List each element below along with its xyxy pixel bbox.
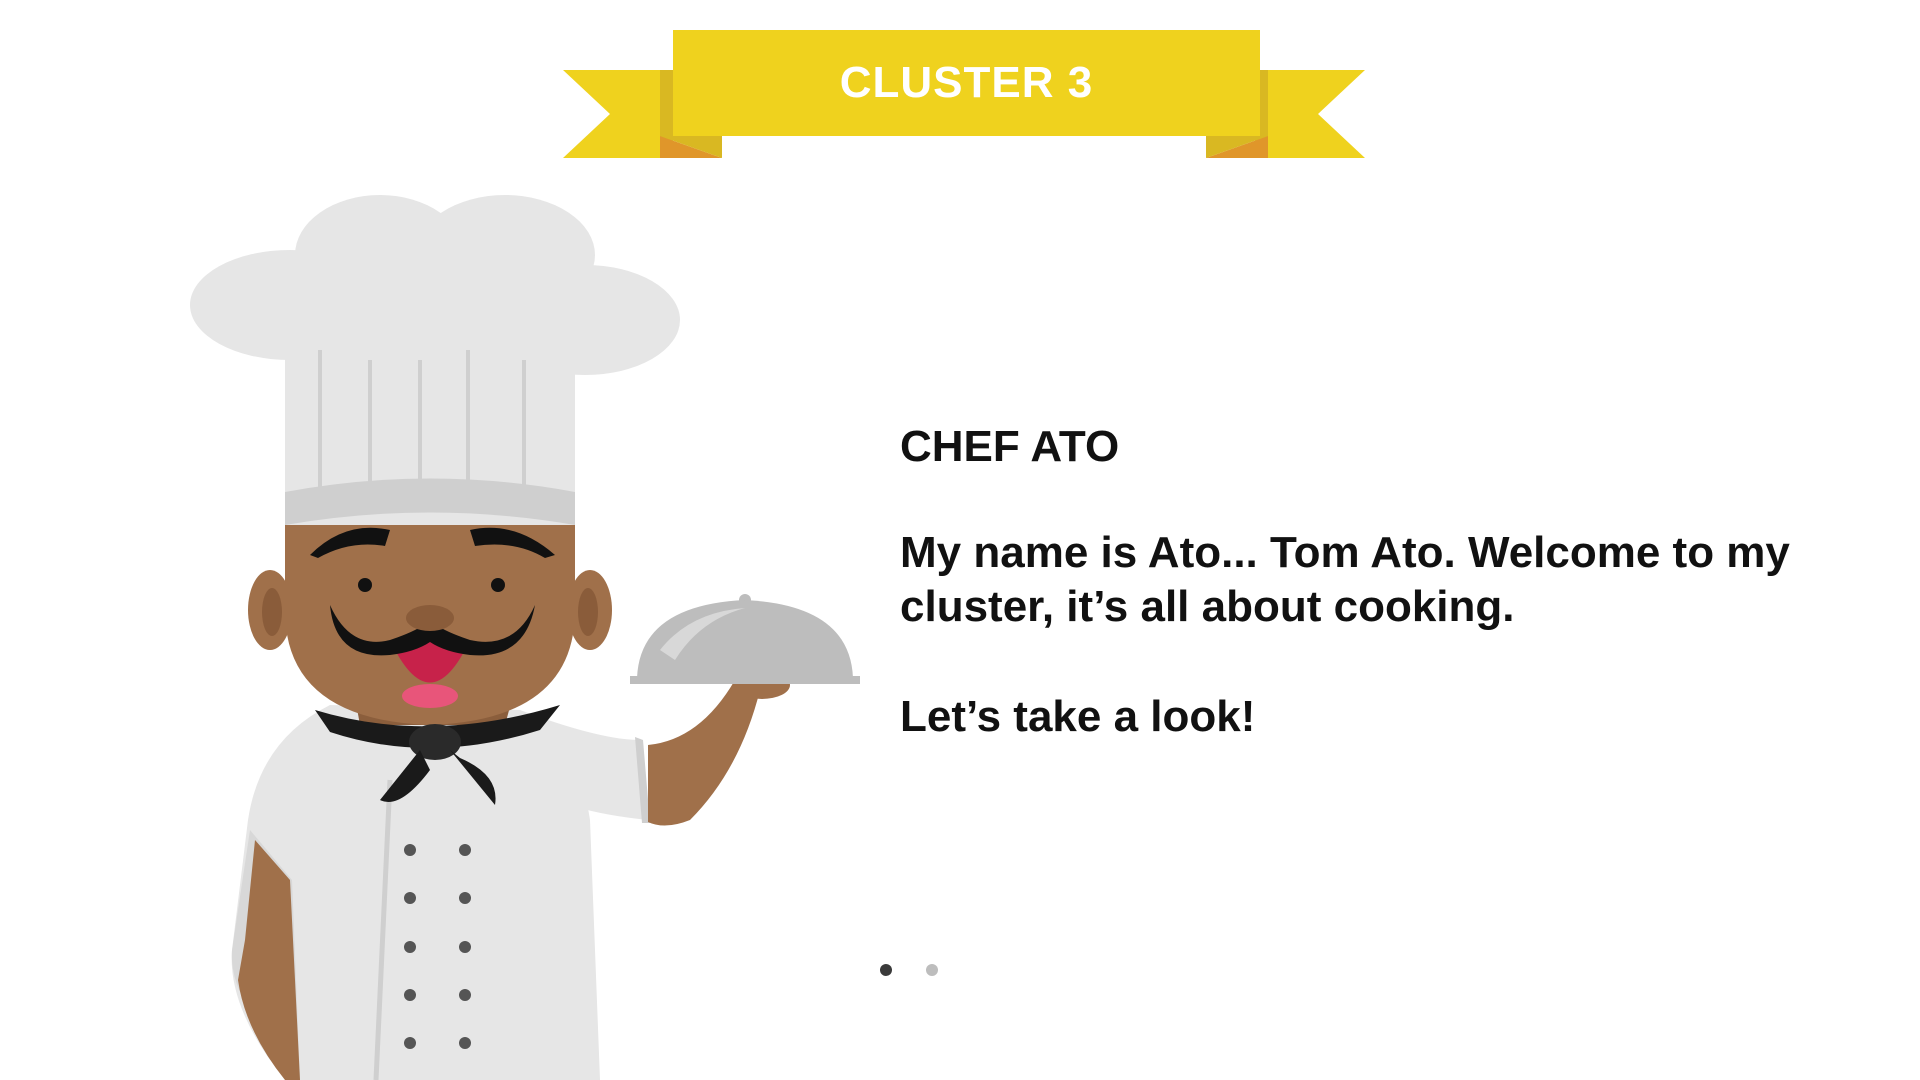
pager-dot-1[interactable] xyxy=(880,964,892,976)
cluster-title: CLUSTER 3 xyxy=(839,58,1094,107)
call-to-action: Let’s take a look! xyxy=(900,692,1256,741)
intro-panel: CHEF ATO My name is Ato... Tom Ato. Welc… xyxy=(900,420,1800,744)
chef-illustration xyxy=(0,180,900,1080)
chef-name: CHEF ATO xyxy=(900,422,1120,471)
cluster-banner: CLUSTER 3 xyxy=(0,0,1920,170)
chef-hat-icon xyxy=(190,195,680,530)
serving-cloche-icon xyxy=(630,594,860,684)
chef-coat xyxy=(231,705,650,1080)
welcome-text: My name is Ato... Tom Ato. Welcome to my… xyxy=(900,528,1790,631)
slide-pager xyxy=(880,964,938,976)
pager-dot-2[interactable] xyxy=(926,964,938,976)
chef-arm xyxy=(648,671,790,826)
chef-face xyxy=(248,525,612,725)
